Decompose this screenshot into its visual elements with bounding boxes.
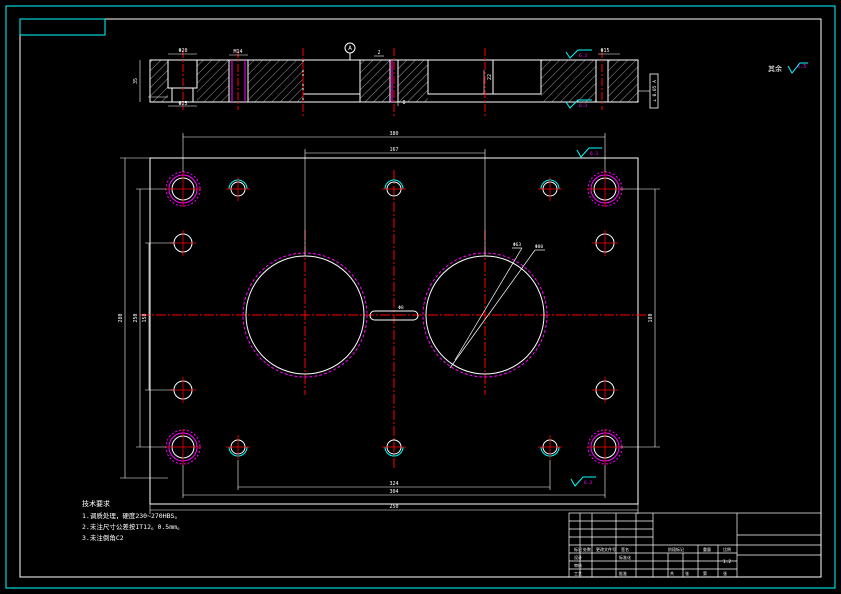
code-box (19, 18, 106, 36)
dim-depth: 8 (402, 100, 405, 106)
plan-view (120, 133, 660, 514)
tb-cell-4: 签名 (621, 546, 629, 552)
dim-slot: Φ8 (398, 305, 404, 311)
dim-top-inner: 167 (389, 147, 398, 153)
tb-cell-3: 更改文件号 (596, 546, 616, 552)
label-datum-a: A (348, 45, 352, 52)
notes-title: 技术要求 (82, 499, 110, 508)
roughness-2: 6.3 (579, 103, 587, 109)
roughness-top: 6.3 (590, 151, 598, 157)
roughness-bottom: 6.3 (584, 480, 592, 486)
tb-cell-10: 阶段标记 (668, 546, 684, 552)
tb-sheet-3: 第 (703, 570, 707, 576)
tb-cell-2: 处数 (583, 546, 591, 552)
dim-small: 2 (377, 50, 380, 56)
title-block (568, 512, 822, 578)
tb-sheet-2: 张 (685, 570, 689, 576)
tb-scale: 1:2 (723, 559, 731, 565)
dim-inner: 22 (487, 74, 493, 80)
dim-left-hole: Φ20 (178, 48, 187, 54)
dim-overall-width: 380 (389, 131, 398, 137)
notes-line-3: 3.未注倒角C2 (82, 533, 124, 542)
tb-cell-7: 工艺 (574, 571, 582, 576)
cad-drawing: A Φ20 Φ25 M14 35 22 8 2 Φ15 ⊥ 0.05 A 6.3… (5, 5, 836, 589)
tb-sheet-1: 共 (670, 570, 674, 576)
dim-left-3: 158 (142, 313, 148, 322)
dim-circle-2: Φ80 (535, 244, 543, 250)
dim-bottom-2: 304 (389, 489, 398, 495)
dim-left-1: 280 (118, 313, 124, 322)
dim-circle-1: Φ63 (513, 242, 521, 248)
dim-height: 35 (133, 78, 139, 84)
tb-cell-11: 重量 (703, 546, 711, 552)
dim-thread: M14 (233, 49, 242, 55)
roughness-note-label: 其余 (768, 64, 782, 73)
tb-cell-12: 比例 (723, 546, 731, 552)
tolerance-frame: ⊥ 0.05 A (652, 80, 658, 102)
tb-cell-1: 标记 (574, 546, 582, 552)
dim-bottom-1: 324 (389, 481, 398, 487)
notes-line-2: 2.未注尺寸公差按IT12。0.5mm。 (82, 522, 184, 531)
dim-left-counterbore: Φ25 (178, 101, 187, 107)
tb-cell-6: 审核 (574, 562, 582, 568)
roughness-1: 6.3 (579, 53, 587, 59)
tb-cell-5: 设计 (574, 554, 582, 560)
dim-bottom-3: 250 (389, 504, 398, 510)
dim-right: 180 (648, 313, 654, 322)
dim-right-hole: Φ15 (600, 48, 609, 54)
tb-sheet-4: 张 (723, 570, 727, 576)
tb-cell-8: 标准化 (619, 554, 631, 560)
tb-cell-9: 批准 (619, 570, 627, 576)
dim-left-2: 250 (133, 313, 139, 322)
notes-line-1: 1.调质处理，硬度230~270HBS。 (82, 511, 181, 520)
